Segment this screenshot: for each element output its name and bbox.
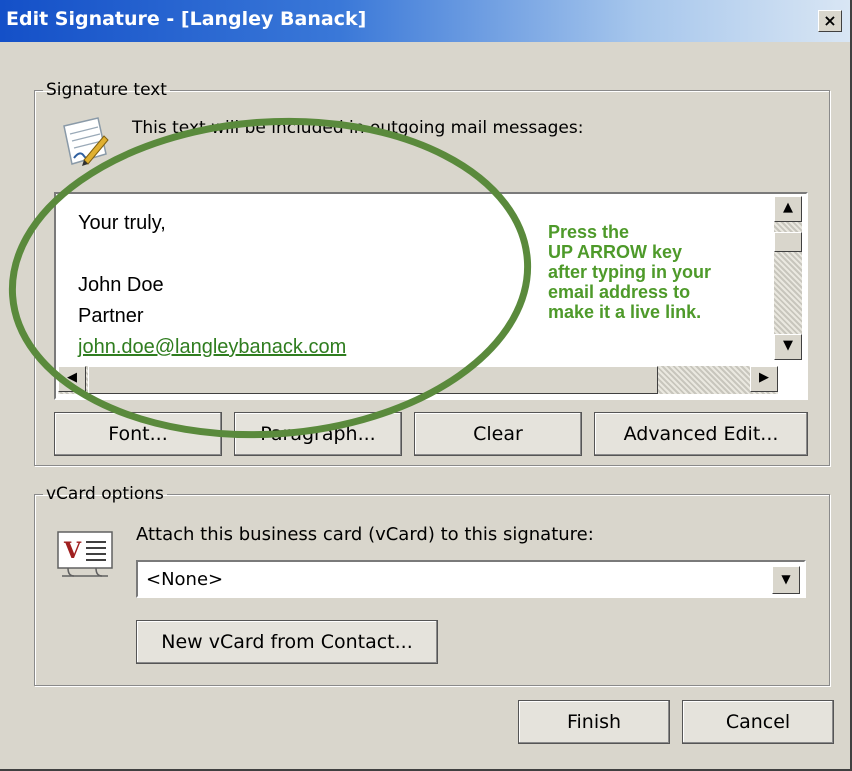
title-bar[interactable]: Edit Signature - [Langley Banack] × (0, 0, 850, 42)
signature-line: Partner (78, 305, 144, 327)
scroll-up-button[interactable]: ▲ (774, 196, 802, 222)
horizontal-scrollbar[interactable]: ◀ ▶ (58, 366, 778, 394)
font-button[interactable]: Font... (54, 412, 222, 456)
signature-pen-icon (63, 117, 109, 166)
svg-text:V: V (63, 538, 82, 564)
annotation-note: Press the UP ARROW key after typing in y… (548, 222, 778, 322)
vcard-select-value: <None> (146, 569, 224, 590)
annotation-line: after typing in your (548, 262, 712, 282)
new-vcard-button[interactable]: New vCard from Contact... (136, 620, 438, 664)
vcard-attach-label: Attach this business card (vCard) to thi… (136, 524, 594, 545)
window-title: Edit Signature - [Langley Banack] (6, 8, 367, 30)
clear-button[interactable]: Clear (414, 412, 582, 456)
edit-signature-dialog: Edit Signature - [Langley Banack] × Sign… (0, 0, 852, 771)
advanced-edit-button[interactable]: Advanced Edit... (594, 412, 808, 456)
scroll-thumb[interactable] (774, 232, 802, 252)
paragraph-button[interactable]: Paragraph... (234, 412, 402, 456)
scroll-left-button[interactable]: ◀ (58, 366, 86, 392)
horizontal-scroll-thumb[interactable] (88, 366, 658, 394)
signature-email-link[interactable]: john.doe@langleybanack.com (78, 332, 346, 363)
vcard-select[interactable]: <None> ▼ (136, 560, 806, 598)
cancel-button[interactable]: Cancel (682, 700, 834, 744)
scroll-right-button[interactable]: ▶ (750, 366, 778, 392)
signature-line (78, 239, 346, 270)
chevron-down-icon[interactable]: ▼ (772, 566, 800, 594)
annotation-line: UP ARROW key (548, 242, 683, 262)
signature-content: Your truly, John Doe Partner john.doe@la… (78, 208, 346, 363)
annotation-line: make it a live link. (548, 302, 702, 322)
vcard-icon: V (57, 531, 113, 577)
annotation-line: email address to (548, 282, 691, 302)
signature-instruction: This text will be included in outgoing m… (132, 118, 584, 138)
annotation-line: Press the (548, 222, 630, 242)
signature-text-legend: Signature text (46, 80, 167, 100)
signature-line: Your truly, (78, 212, 166, 234)
signature-line: John Doe (78, 274, 164, 296)
vertical-scrollbar[interactable]: ▲ ▼ (774, 196, 802, 360)
scroll-down-button[interactable]: ▼ (774, 334, 802, 360)
finish-button[interactable]: Finish (518, 700, 670, 744)
close-button[interactable]: × (818, 10, 842, 32)
vcard-options-legend: vCard options (46, 484, 164, 504)
